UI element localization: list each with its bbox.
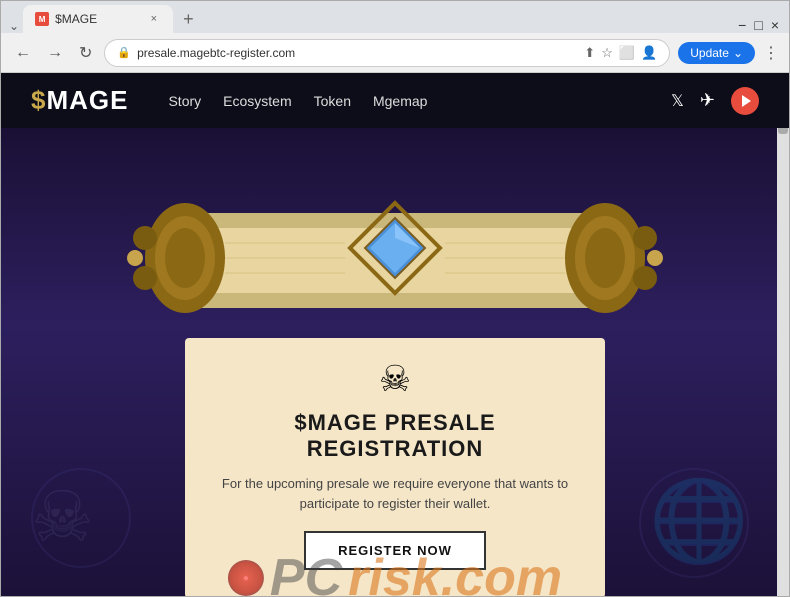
active-tab[interactable]: M $MAGE × xyxy=(23,5,173,33)
scroll-image xyxy=(95,148,695,348)
nav-link-mgemap[interactable]: Mgemap xyxy=(373,93,427,109)
youtube-play-button[interactable] xyxy=(731,87,759,115)
scrollbar[interactable] xyxy=(777,73,789,596)
watermark-logo: ● xyxy=(228,560,264,596)
twitter-x-icon[interactable]: 𝕏 xyxy=(671,91,684,111)
tabs-row: ⌄ M $MAGE × + − □ × xyxy=(1,1,789,33)
bg-globe-left-icon xyxy=(31,468,131,568)
website-content: $MAGE Story Ecosystem Token Mgemap 𝕏 ✈ xyxy=(1,73,789,596)
scroll-svg xyxy=(105,158,685,338)
nav-link-token[interactable]: Token xyxy=(314,93,351,109)
profile-icon[interactable]: 👤 xyxy=(641,45,657,61)
refresh-button[interactable]: ↻ xyxy=(75,39,96,67)
presale-description: For the upcoming presale we require ever… xyxy=(215,474,575,513)
minimize-button[interactable]: − xyxy=(738,17,746,33)
watermark-text: risk.com xyxy=(348,548,562,596)
nav-link-ecosystem[interactable]: Ecosystem xyxy=(223,93,291,109)
update-chevron-icon: ⌄ xyxy=(733,46,743,60)
hero-section: ☠ $MAGE PRESALE REGISTRATION For the upc… xyxy=(1,128,789,596)
play-triangle-icon xyxy=(742,95,751,107)
tab-favicon: M xyxy=(35,12,49,26)
title-bar: ⌄ M $MAGE × + − □ × xyxy=(1,1,789,33)
site-navigation: $MAGE Story Ecosystem Token Mgemap 𝕏 ✈ xyxy=(1,73,789,128)
browser-frame: ⌄ M $MAGE × + − □ × ← → ↻ 🔒 presale.mage… xyxy=(0,0,790,597)
close-window-button[interactable]: × xyxy=(771,17,779,33)
watermark: ● PC risk.com xyxy=(228,548,562,596)
bookmark-icon[interactable]: ☆ xyxy=(601,45,613,61)
site-logo: $MAGE xyxy=(31,85,128,116)
skull-icon: ☠ xyxy=(379,358,411,400)
chevron-down-icon: ⌄ xyxy=(9,19,19,33)
nav-links: Story Ecosystem Token Mgemap xyxy=(168,93,427,109)
presale-title: $MAGE PRESALE REGISTRATION xyxy=(215,410,575,462)
menu-button[interactable]: ⋮ xyxy=(763,43,779,63)
url-text: presale.magebtc-register.com xyxy=(137,46,578,60)
address-box[interactable]: 🔒 presale.magebtc-register.com ⬆ ☆ ⬜ 👤 xyxy=(104,39,670,67)
update-button[interactable]: Update ⌄ xyxy=(678,42,755,64)
lock-icon: 🔒 xyxy=(117,46,131,59)
maximize-button[interactable]: □ xyxy=(754,17,762,33)
logo-dollar: $ xyxy=(31,85,46,115)
new-tab-button[interactable]: + xyxy=(173,5,204,33)
tab-close-button[interactable]: × xyxy=(147,11,161,27)
share-icon[interactable]: ⬆ xyxy=(584,45,595,61)
back-button[interactable]: ← xyxy=(11,40,35,66)
nav-social: 𝕏 ✈ xyxy=(671,87,759,115)
bg-globe-right-icon xyxy=(639,468,749,578)
nav-link-story[interactable]: Story xyxy=(168,93,201,109)
extensions-icon[interactable]: ⬜ xyxy=(619,45,635,61)
address-bar-row: ← → ↻ 🔒 presale.magebtc-register.com ⬆ ☆… xyxy=(1,33,789,73)
tab-title: $MAGE xyxy=(55,12,97,26)
telegram-icon[interactable]: ✈ xyxy=(700,90,715,111)
forward-button[interactable]: → xyxy=(43,40,67,66)
address-icons: ⬆ ☆ ⬜ 👤 xyxy=(584,45,657,61)
